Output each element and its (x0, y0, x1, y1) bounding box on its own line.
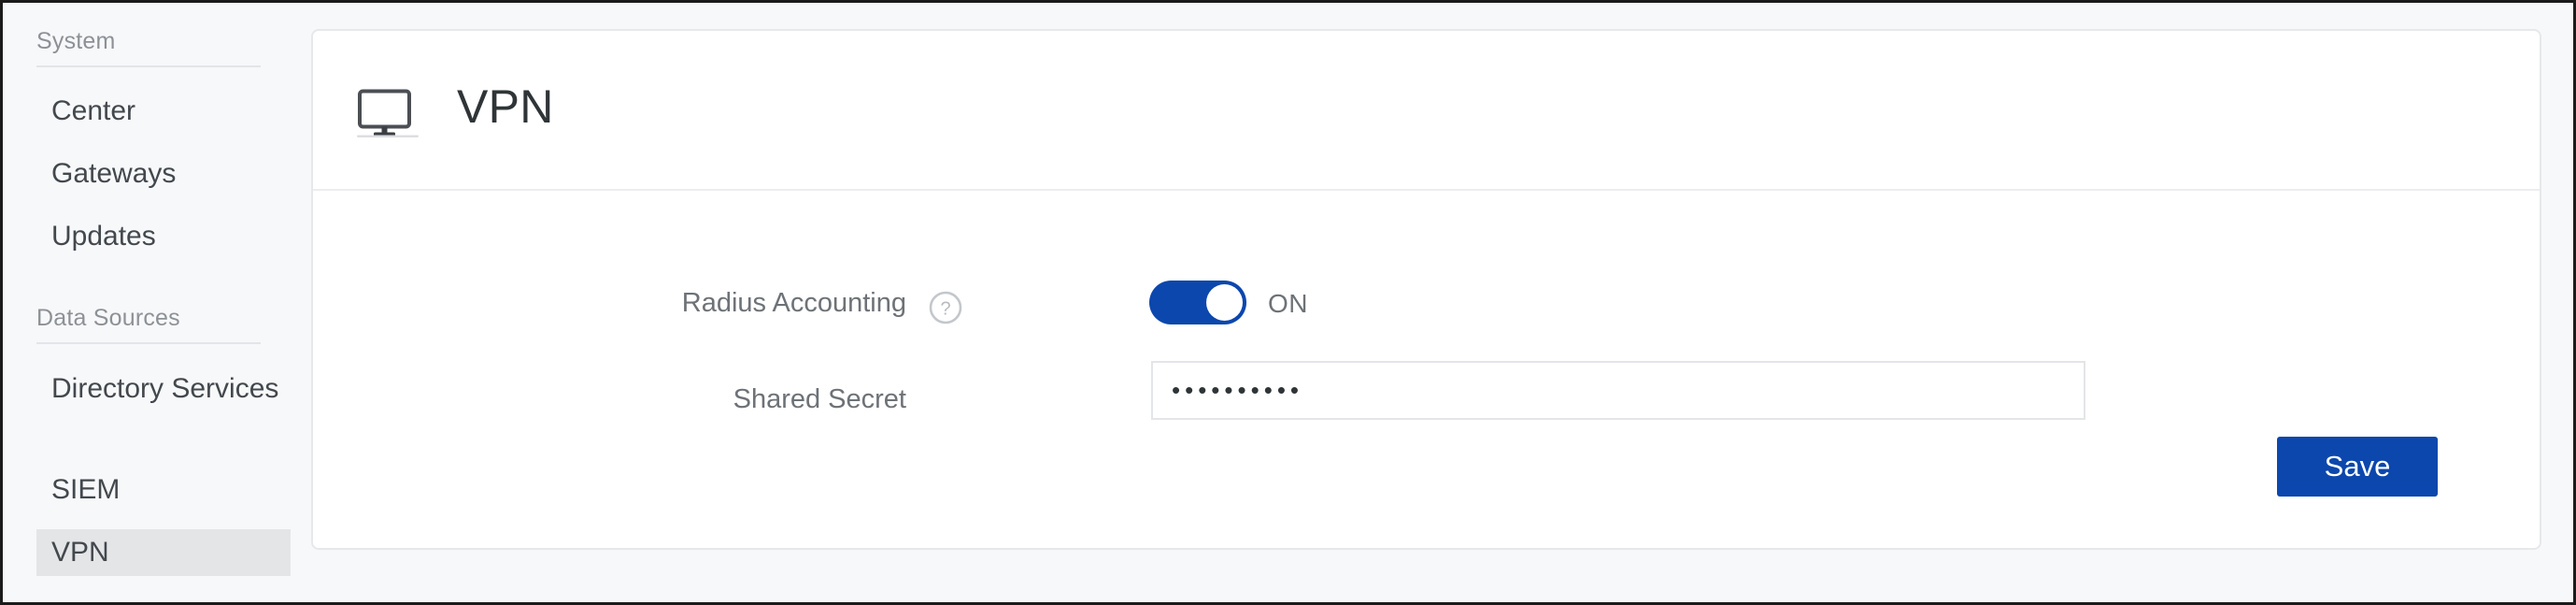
toggle-state-label: ON (1268, 289, 1308, 318)
radius-accounting-toggle[interactable] (1149, 281, 1246, 324)
radius-accounting-label: Radius Accounting (681, 288, 906, 318)
sidebar-item-label: SIEM (51, 474, 121, 505)
sidebar-section-heading-data-sources: Data Sources (36, 305, 261, 344)
card-header: VPN (313, 31, 2540, 191)
vpn-settings-card: VPN Radius Accounting ? ON Shared Secret… (311, 29, 2541, 550)
sidebar-item-gateways[interactable]: Gateways (36, 151, 291, 197)
shared-secret-input[interactable] (1151, 361, 2085, 420)
shared-secret-label: Shared Secret (733, 384, 906, 414)
sidebar-item-label: VPN (51, 537, 109, 568)
sidebar-item-center[interactable]: Center (36, 88, 291, 135)
page-title: VPN (457, 80, 554, 133)
svg-text:?: ? (940, 299, 950, 320)
sidebar-item-label: Center (51, 95, 136, 126)
sidebar-item-label: Gateways (51, 158, 177, 189)
sidebar-item-vpn[interactable]: VPN (36, 529, 291, 576)
monitor-icon (357, 89, 419, 144)
help-circle-icon[interactable]: ? (928, 290, 963, 330)
save-button[interactable]: Save (2277, 437, 2438, 497)
sidebar-item-label: Updates (51, 221, 156, 252)
settings-page: System Center Gateways Updates Data Sour… (0, 0, 2576, 605)
sidebar: System Center Gateways Updates Data Sour… (6, 6, 311, 602)
sidebar-item-directory-services[interactable]: Directory Services (36, 366, 291, 411)
sidebar-item-label: Directory Services (51, 373, 279, 404)
sidebar-item-updates[interactable]: Updates (36, 213, 291, 260)
toggle-knob (1206, 284, 1243, 321)
sidebar-section-heading-system: System (36, 28, 261, 67)
sidebar-item-siem[interactable]: SIEM (36, 467, 291, 513)
